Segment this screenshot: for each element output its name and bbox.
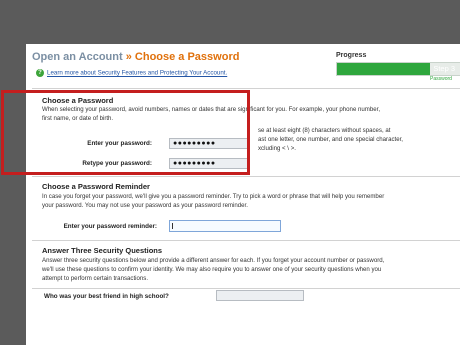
- reminder-desc-line-2: your password. You may not use your pass…: [42, 202, 248, 209]
- password-rules-line-1: se at least eight (8) characters without…: [258, 127, 391, 134]
- title-arrow: »: [125, 51, 132, 63]
- questions-desc-line-1: Answer three security questions below an…: [42, 257, 385, 264]
- divider: [32, 288, 460, 289]
- progress-step: Step 3: [433, 64, 455, 73]
- help-icon: ?: [36, 69, 44, 77]
- progress-fill: [337, 63, 430, 75]
- questions-desc-line-3: attempt to perform certain transactions.: [42, 275, 149, 282]
- highlight-box: [1, 90, 250, 175]
- questions-desc-line-2: we'll use these questions to confirm you…: [42, 266, 382, 273]
- password-reminder-heading: Choose a Password Reminder: [42, 182, 150, 191]
- reminder-label: Enter your password reminder:: [63, 223, 157, 230]
- watermark-how: How: [422, 324, 448, 338]
- divider: [32, 176, 460, 177]
- security-help-row: ? Learn more about Security Features and …: [36, 69, 227, 77]
- divider: [32, 88, 460, 89]
- title-part-choose-password: Choose a Password: [134, 51, 240, 63]
- question-1-select[interactable]: [216, 290, 304, 301]
- watermark-wiki: wiki: [399, 324, 423, 338]
- security-questions-heading: Answer Three Security Questions: [42, 246, 163, 255]
- progress-bar: Step 3: [336, 62, 460, 76]
- security-help-link[interactable]: Learn more about Security Features and P…: [47, 70, 227, 77]
- title-part-open-account: Open an Account: [32, 51, 123, 63]
- reminder-input[interactable]: [169, 220, 281, 232]
- password-rules-line-2: ast one letter, one number, and one spec…: [258, 136, 403, 143]
- wikihow-watermark: wikiHow: [400, 324, 448, 338]
- text-caret: [172, 223, 173, 229]
- password-rules-line-3: xcluding < \ >.: [258, 145, 296, 152]
- question-1-label: Who was your best friend in high school?: [44, 293, 169, 300]
- progress-label: Progress: [336, 52, 367, 59]
- progress-step-name: Password: [430, 76, 452, 82]
- page-title: Open an Account » Choose a Password: [32, 51, 239, 63]
- reminder-desc-line-1: In case you forget your password, we'll …: [42, 193, 385, 200]
- divider: [32, 240, 460, 241]
